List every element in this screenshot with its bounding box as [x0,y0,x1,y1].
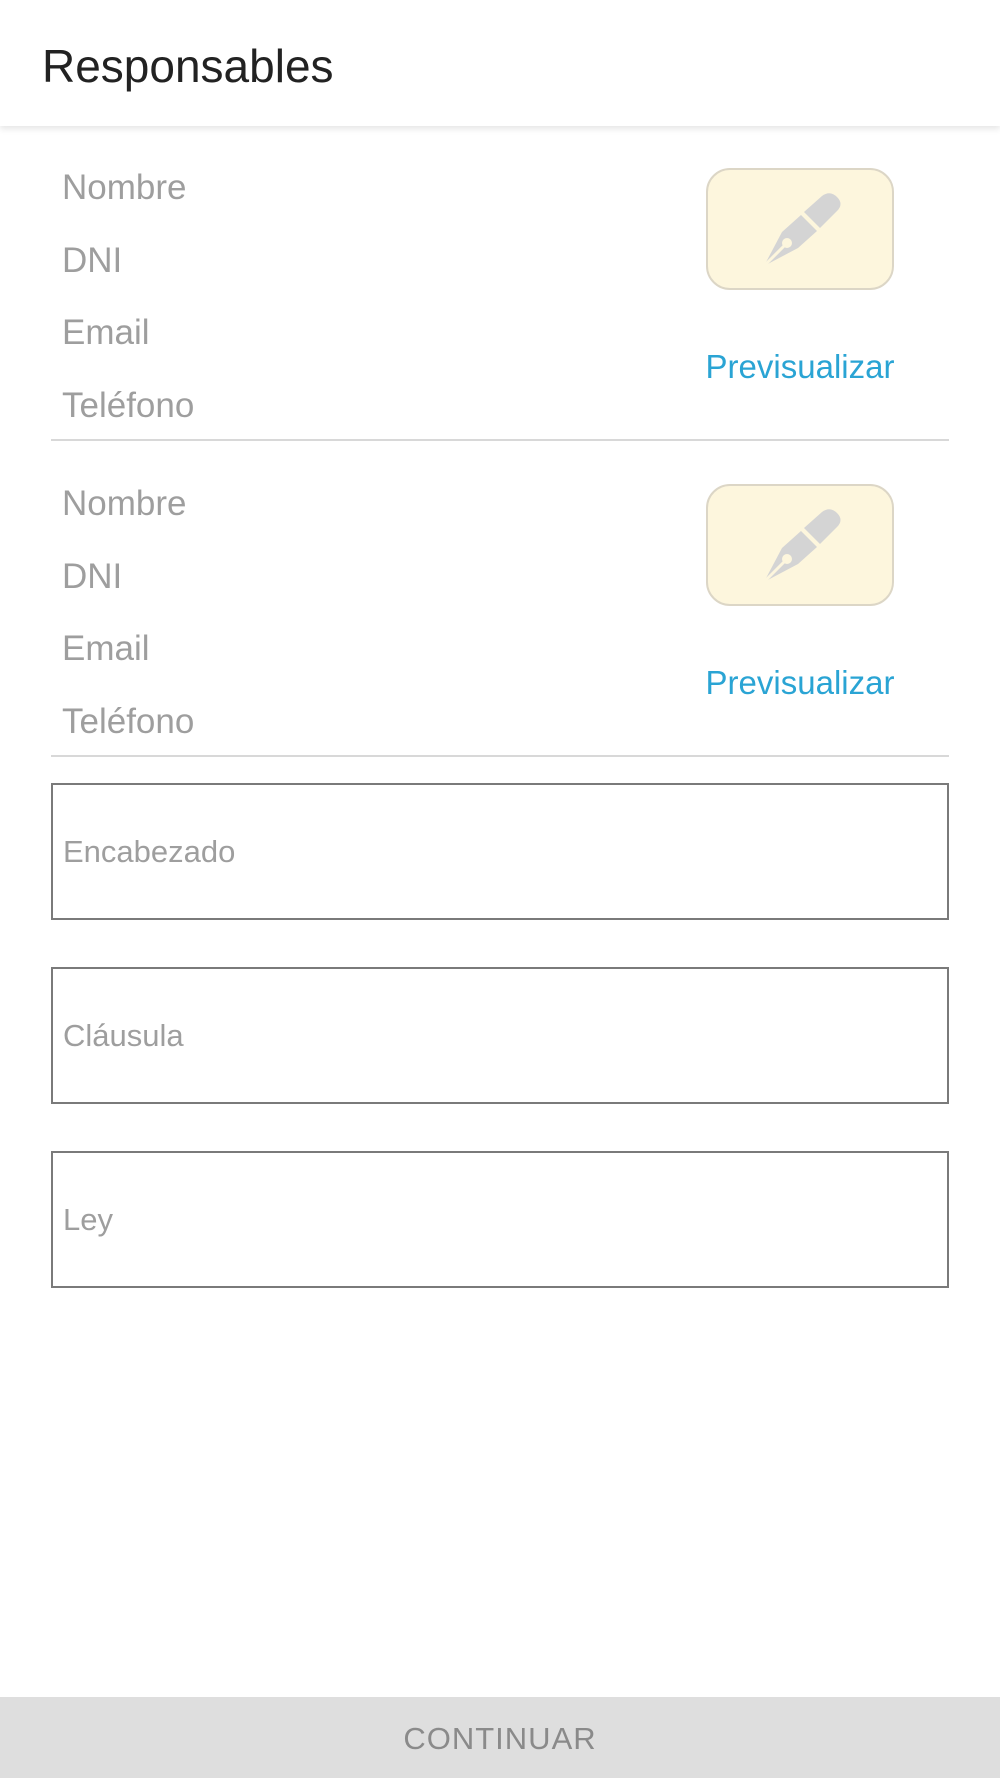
preview-link[interactable]: Previsualizar [697,663,903,703]
clausula-input[interactable] [51,967,949,1104]
sign-button[interactable] [706,168,894,290]
continue-button[interactable]: CONTINUAR [0,1697,1000,1778]
responsable-dni: DNI [62,557,123,596]
responsable-email: Email [62,629,150,668]
fountain-pen-icon [762,509,841,584]
responsable-card-1: Nombre DNI Email Teléfono Previsualizar [51,157,949,441]
app-bar: Responsables [0,0,1000,126]
responsable-name: Nombre [62,484,187,523]
preview-link[interactable]: Previsualizar [697,347,903,387]
sign-button[interactable] [706,484,894,606]
responsable-card-2: Nombre DNI Email Teléfono Previsualizar [51,473,949,757]
responsable-phone: Teléfono [62,702,195,741]
responsable-email: Email [62,313,150,352]
responsable-dni: DNI [62,241,123,280]
fountain-pen-icon [762,193,841,268]
responsable-name: Nombre [62,168,187,207]
encabezado-input[interactable] [51,783,949,920]
page-title: Responsables [42,40,334,92]
ley-input[interactable] [51,1151,949,1288]
responsable-phone: Teléfono [62,386,195,425]
